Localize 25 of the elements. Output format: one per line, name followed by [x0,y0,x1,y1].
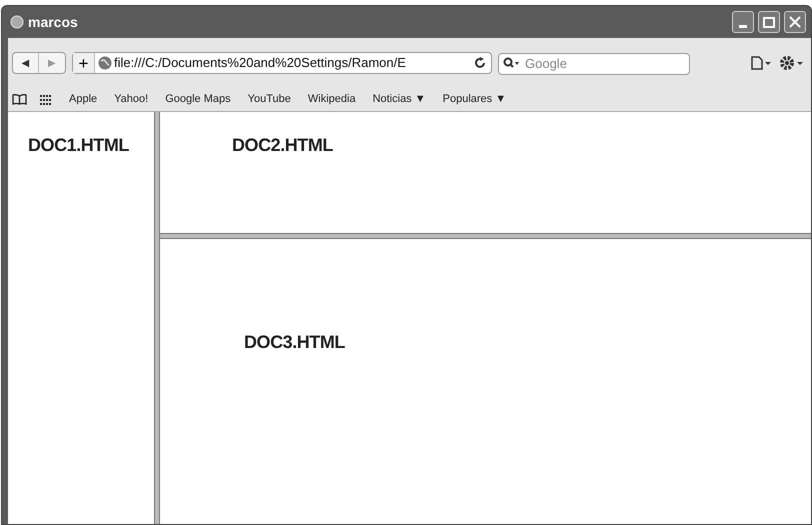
bookmark-link[interactable]: Google Maps [165,91,231,108]
bookmark-link[interactable]: Apple [69,91,98,108]
close-button[interactable] [784,11,806,33]
maximize-icon [763,16,775,28]
minimize-button[interactable] [732,11,754,33]
grid-icon[interactable] [40,94,52,104]
search-field[interactable]: Google [498,52,690,74]
minimize-icon [739,25,747,28]
window-title: marcos [28,12,78,32]
book-icon[interactable] [12,94,27,105]
bookmark-link[interactable]: Yahoo! [114,91,148,108]
page-menu-icon[interactable] [751,56,773,70]
app-icon [10,15,24,29]
back-button[interactable]: ◀ [13,53,39,73]
frame-heading: DOC2.HTML [232,135,333,155]
frame-heading: DOC1.HTML [28,135,129,155]
close-icon [789,16,801,28]
settings-icon[interactable] [779,55,805,71]
maximize-button[interactable] [758,11,780,33]
bookmark-link[interactable]: Wikipedia [308,91,356,108]
search-icon [503,57,520,68]
bookmark-menu[interactable]: Noticias ▼ [372,91,426,108]
bookmark-link[interactable]: YouTube [248,91,291,108]
bookmark-menu[interactable]: Populares ▼ [442,91,506,108]
frame-heading: DOC3.HTML [244,332,345,352]
